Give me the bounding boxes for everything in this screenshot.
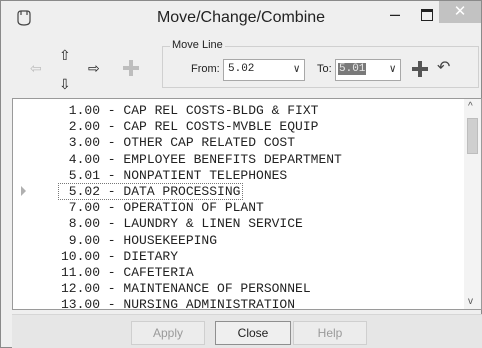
list-item[interactable]: 13.00 - NURSING ADMINISTRATION <box>13 296 463 310</box>
toolbar: ⇧ ⇦ ⇨ ⇩ Move Line From: 5.02 ∨ To: 5.01 … <box>12 36 479 94</box>
list-item-label: 9.00 - HOUSEKEEPING <box>61 232 218 248</box>
combine-add-icon[interactable] <box>412 61 428 77</box>
maximize-icon <box>421 9 433 21</box>
apply-button[interactable]: Apply <box>131 321 205 345</box>
move-line-label: Move Line <box>170 39 225 51</box>
move-up-icon[interactable]: ⇧ <box>59 47 71 64</box>
list-item-label: 5.01 - NONPATIENT TELEPHONES <box>61 167 288 183</box>
minimize-button[interactable]: – <box>385 5 405 25</box>
from-label: From: <box>191 63 220 75</box>
list-item[interactable]: 5.01 - NONPATIENT TELEPHONES <box>13 167 463 184</box>
button-bar: Apply Close Help <box>12 314 482 348</box>
window-title: Move/Change/Combine <box>156 9 326 26</box>
maximize-button[interactable] <box>417 5 437 25</box>
chevron-down-icon: ∨ <box>293 64 300 76</box>
scroll-down-icon[interactable]: v <box>468 296 473 307</box>
list-item-label: 3.00 - OTHER CAP RELATED COST <box>61 135 296 151</box>
list-item[interactable]: 2.00 - CAP REL COSTS-MVBLE EQUIP <box>13 118 463 135</box>
list-item-label: 11.00 - CAFETERIA <box>61 265 194 280</box>
list-item-label: 4.00 - EMPLOYEE BENEFITS DEPARTMENT <box>61 151 342 167</box>
vertical-scrollbar[interactable]: ^ v <box>464 99 481 309</box>
list-item[interactable]: 7.00 - OPERATION OF PLANT <box>13 199 463 216</box>
list-item[interactable]: 12.00 - MAINTENANCE OF PERSONNEL <box>13 280 463 297</box>
move-left-icon[interactable]: ⇦ <box>30 60 42 77</box>
list-item[interactable]: 4.00 - EMPLOYEE BENEFITS DEPARTMENT <box>13 151 463 168</box>
move-right-icon[interactable]: ⇨ <box>88 60 100 77</box>
close-window-button[interactable]: ✕ <box>439 1 481 23</box>
list-item-label: 2.00 - CAP REL COSTS-MVBLE EQUIP <box>61 119 319 135</box>
line-list[interactable]: 13.00 - NURSING ADMINISTRATION 12.00 - MA… <box>12 98 482 310</box>
title-bar: Move/Change/Combine – ✕ <box>1 1 481 35</box>
list-item[interactable]: 8.00 - LAUNDRY & LINEN SERVICE <box>13 215 463 232</box>
list-item[interactable]: 10.00 - DIETARY <box>13 248 463 265</box>
from-select[interactable]: 5.02 ∨ <box>223 59 305 81</box>
undo-icon[interactable]: ↶ <box>437 57 450 77</box>
scroll-up-icon[interactable]: ^ <box>468 101 473 112</box>
list-item[interactable]: 3.00 - OTHER CAP RELATED COST <box>13 134 463 151</box>
move-change-combine-dialog: Move/Change/Combine – ✕ ⇧ ⇦ ⇨ ⇩ Move Lin… <box>0 0 482 348</box>
list-item[interactable]: 1.00 - CAP REL COSTS-BLDG & FIXT <box>13 102 463 119</box>
list-item-label: 12.00 - MAINTENANCE OF PERSONNEL <box>61 281 311 297</box>
help-button[interactable]: Help <box>293 321 367 345</box>
current-row-marker-icon <box>21 186 26 196</box>
list-item-label: 8.00 - LAUNDRY & LINEN SERVICE <box>61 216 303 232</box>
list-item[interactable]: 5.02 - DATA PROCESSING <box>13 183 463 200</box>
list-item-label: 10.00 - DIETARY <box>61 248 179 264</box>
list-item-label: 7.00 - OPERATION OF PLANT <box>61 200 264 216</box>
from-value: 5.02 <box>228 63 255 75</box>
chevron-down-icon: ∨ <box>389 64 396 76</box>
list-item-label: 13.00 - NURSING ADMINISTRATION <box>61 297 296 310</box>
scroll-thumb[interactable] <box>467 118 478 154</box>
list-item[interactable]: 11.00 - CAFETERIA <box>13 264 463 281</box>
to-value: 5.01 <box>338 63 367 75</box>
to-select[interactable]: 5.01 ∨ <box>335 59 401 81</box>
list-item-label: 5.02 - DATA PROCESSING <box>58 183 244 200</box>
list-item-label: 1.00 - CAP REL COSTS-BLDG & FIXT <box>61 103 319 118</box>
move-down-icon[interactable]: ⇩ <box>59 76 71 93</box>
to-label: To: <box>317 63 332 75</box>
add-line-icon[interactable] <box>123 60 139 76</box>
close-button[interactable]: Close <box>215 321 291 345</box>
list-item[interactable]: 9.00 - HOUSEKEEPING <box>13 232 463 249</box>
